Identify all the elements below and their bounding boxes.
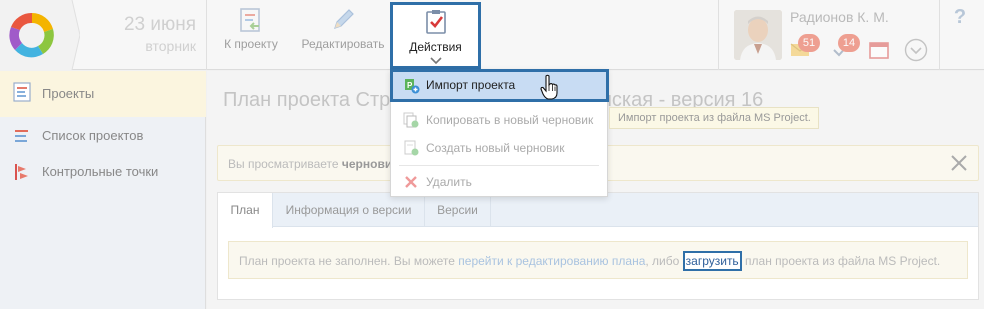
tasks-count-badge[interactable]: 14 [838,34,860,52]
sidebar-item-milestones[interactable]: Контрольные точки [0,154,206,190]
tab-versions[interactable]: Версии [425,193,491,227]
delete-x-icon [405,176,417,188]
menu-item-delete[interactable]: Удалить [391,168,607,196]
plan-msg-before: План проекта не заполнен. Вы можете [239,254,459,268]
chevron-down-icon [430,57,442,65]
date-weekday: вторник [145,38,196,54]
sidebar: Проекты Список проектов Контрольные точк… [0,71,206,309]
sidebar-item-project-list[interactable]: Список проектов [0,118,206,154]
top-header: 23 июня вторник К проекту Редактировать … [0,0,984,70]
edit-plan-link[interactable]: перейти к редактированию плана [458,254,645,268]
menu-separator [399,165,599,166]
plan-empty-message: План проекта не заполнен. Вы можете пере… [228,241,968,279]
import-tooltip: Импорт проекта из файла MS Project. [609,107,819,129]
new-draft-icon [404,140,419,156]
sidebar-item-label: Список проектов [42,128,144,143]
upload-link[interactable]: загрузить [682,251,742,271]
copy-draft-icon [403,112,419,128]
back-to-project-icon [240,8,260,32]
to-project-label: К проекту [224,37,278,51]
user-name: Радионов К. М. [790,9,889,25]
mail-count-badge[interactable]: 51 [798,34,820,52]
close-icon[interactable] [949,153,969,173]
actions-dropdown-menu: P Импорт проекта Копировать в новый черн… [390,69,609,197]
menu-item-new-draft[interactable]: Создать новый черновик [391,134,607,162]
clipboard-check-icon [426,10,446,34]
menu-item-label: Импорт проекта [426,78,516,92]
sidebar-item-label: Проекты [42,86,95,101]
plan-msg-after: план проекта из файла MS Project. [741,254,941,268]
user-photo [734,10,782,60]
divider [939,0,940,70]
import-project-icon: P [405,79,420,94]
to-project-button[interactable]: К проекту [218,0,284,70]
help-button[interactable]: ? [950,6,970,29]
tab-plan[interactable]: План [218,193,273,228]
actions-label: Действия [409,40,462,54]
notice-prefix: Вы просматриваете [228,157,342,171]
plan-panel: План Информация о версии Версии План про… [217,192,979,300]
calendar-icon[interactable] [868,40,890,60]
tab-bar: План Информация о версии Версии [218,193,978,228]
user-panel[interactable]: Радионов К. М. 51 14 [728,0,938,70]
avatar[interactable] [734,10,782,60]
edit-button[interactable]: Редактировать [298,0,388,70]
actions-button[interactable]: Действия [390,2,481,69]
menu-item-label: Копировать в новый черновик [426,113,594,127]
tab-version-info[interactable]: Информация о версии [273,193,425,227]
plan-message-text: План проекта не заполнен. Вы можете пере… [239,251,941,271]
date-day: 23 июня [123,14,196,35]
edit-label: Редактировать [301,37,385,51]
user-menu-chevron-icon[interactable] [904,38,928,62]
draft-notice-text: Вы просматриваете черновик [228,157,398,171]
menu-item-import-project[interactable]: P Импорт проекта [390,69,609,102]
sidebar-item-label: Контрольные точки [42,164,159,179]
divider [718,0,719,70]
app-logo-icon [9,12,54,58]
menu-item-copy-draft[interactable]: Копировать в новый черновик [391,106,607,134]
hand-cursor-icon [540,74,558,100]
menu-item-label: Удалить [426,175,472,189]
projects-icon [13,82,31,102]
sidebar-item-projects[interactable]: Проекты [0,71,206,117]
milestones-icon [15,164,28,180]
logo-chevron [62,0,80,70]
divider [206,0,207,70]
current-date: 23 июня вторник [88,14,196,56]
project-list-icon [15,130,28,142]
menu-item-label: Создать новый черновик [426,141,565,155]
pencil-icon [334,9,354,29]
plan-msg-middle: , либо [645,254,683,268]
